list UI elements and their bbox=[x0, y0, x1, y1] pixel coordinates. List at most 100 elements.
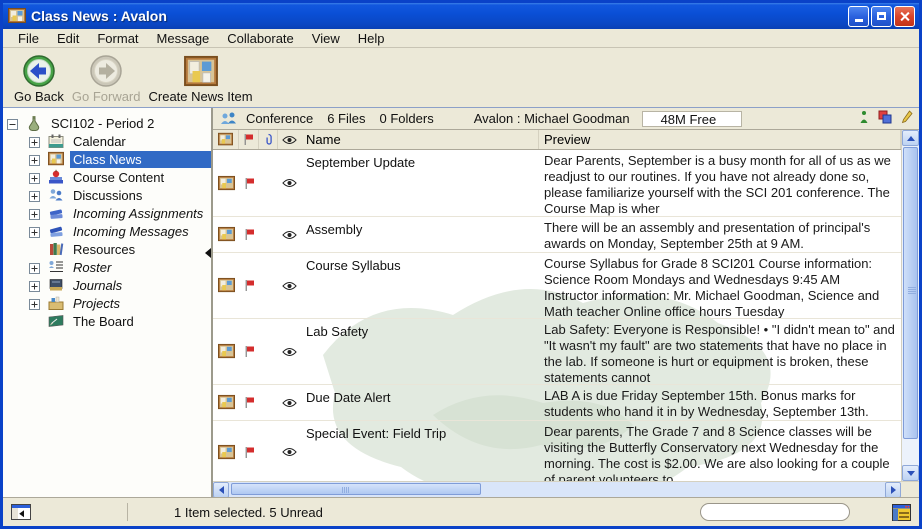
sidebar-item-label: Journals bbox=[70, 277, 211, 294]
free-space-indicator: 48M Free bbox=[642, 111, 742, 127]
expand-expander-icon[interactable] bbox=[29, 172, 40, 183]
menu-file[interactable]: File bbox=[9, 30, 48, 47]
sidebar-item-label: Discussions bbox=[70, 187, 211, 204]
scroll-down-button[interactable] bbox=[902, 465, 919, 481]
create-news-item-button[interactable]: Create News Item bbox=[146, 52, 256, 105]
app-icon bbox=[8, 7, 26, 25]
discussions-icon bbox=[48, 187, 65, 203]
sidebar-item-discussions[interactable]: Discussions bbox=[3, 186, 211, 204]
expand-expander-icon[interactable] bbox=[29, 154, 40, 165]
sidebar-item-roster[interactable]: Roster bbox=[3, 258, 211, 276]
minimize-button[interactable] bbox=[848, 6, 869, 27]
maximize-button[interactable] bbox=[871, 6, 892, 27]
minimize-icon bbox=[855, 19, 863, 22]
column-attachment[interactable] bbox=[259, 130, 278, 149]
sidebar-item-label: Incoming Assignments bbox=[70, 205, 211, 222]
flag-icon bbox=[239, 385, 259, 420]
news-item-row[interactable]: Assembly There will be an assembly and p… bbox=[213, 217, 901, 253]
horizontal-scroll-track[interactable] bbox=[229, 482, 885, 497]
expand-expander-icon[interactable] bbox=[29, 280, 40, 291]
sidebar-item-course-content[interactable]: Course Content bbox=[3, 168, 211, 186]
scroll-left-button[interactable] bbox=[213, 482, 229, 498]
scrollbar-corner bbox=[901, 482, 919, 497]
expand-expander-icon[interactable] bbox=[29, 226, 40, 237]
vertical-scrollbar[interactable] bbox=[901, 130, 919, 481]
sidebar-item-journals[interactable]: Journals bbox=[3, 276, 211, 294]
menu-format[interactable]: Format bbox=[88, 30, 147, 47]
news-item-row[interactable]: Lab Safety Lab Safety: Everyone is Respo… bbox=[213, 319, 901, 385]
expand-expander-icon[interactable] bbox=[29, 190, 40, 201]
column-item-type[interactable] bbox=[213, 130, 239, 149]
conference-owner: Avalon : Michael Goodman bbox=[474, 111, 630, 126]
menu-view[interactable]: View bbox=[303, 30, 349, 47]
toggle-panel-button[interactable] bbox=[11, 504, 31, 520]
sidebar-item-sci102[interactable]: SCI102 - Period 2 bbox=[3, 114, 211, 132]
sidebar-item-incoming-assignments[interactable]: Incoming Assignments bbox=[3, 204, 211, 222]
resources-icon bbox=[48, 241, 65, 257]
menu-edit[interactable]: Edit bbox=[48, 30, 88, 47]
attachment-cell bbox=[259, 253, 278, 318]
column-unread[interactable] bbox=[278, 130, 301, 149]
edit-pencil-icon[interactable] bbox=[901, 110, 913, 127]
sidebar-collapse-handle-icon[interactable] bbox=[205, 248, 211, 258]
news-item-preview: LAB A is due Friday September 15th. Bonu… bbox=[539, 385, 901, 420]
sidebar-item-projects[interactable]: Projects bbox=[3, 294, 211, 312]
close-button[interactable] bbox=[894, 6, 915, 27]
flask-icon bbox=[26, 115, 43, 131]
sidebar-item-label: Course Content bbox=[70, 169, 211, 186]
menu-message[interactable]: Message bbox=[148, 30, 219, 47]
menu-help[interactable]: Help bbox=[349, 30, 394, 47]
unread-eye-icon bbox=[278, 217, 301, 252]
go-forward-button[interactable]: Go Forward bbox=[69, 52, 144, 105]
horizontal-scrollbar[interactable] bbox=[213, 481, 919, 497]
main-area: SCI102 - Period 2 Calendar Class News Co… bbox=[3, 108, 919, 497]
column-name[interactable]: Name bbox=[301, 130, 539, 149]
sidebar-item-resources[interactable]: Resources bbox=[3, 240, 211, 258]
eye-icon bbox=[282, 135, 297, 145]
sidebar-item-class-news[interactable]: Class News bbox=[3, 150, 211, 168]
horizontal-scroll-thumb[interactable] bbox=[231, 483, 481, 495]
news-item-preview: Dear parents, The Grade 7 and 8 Science … bbox=[539, 421, 901, 481]
conference-panel: Conference 6 Files 0 Folders Avalon : Mi… bbox=[213, 108, 919, 497]
column-flag[interactable] bbox=[239, 130, 259, 149]
status-bar: 1 Item selected. 5 Unread bbox=[3, 497, 919, 526]
expand-expander-icon[interactable] bbox=[29, 262, 40, 273]
vertical-scroll-thumb[interactable] bbox=[903, 147, 918, 439]
attachment-cell bbox=[259, 217, 278, 252]
scroll-up-button[interactable] bbox=[902, 130, 919, 146]
roster-icon bbox=[48, 259, 65, 275]
flag-icon bbox=[239, 421, 259, 481]
news-item-icon bbox=[213, 385, 239, 420]
projects-icon bbox=[48, 295, 65, 311]
permissions-person-icon[interactable] bbox=[859, 110, 869, 127]
attachment-cell bbox=[259, 150, 278, 216]
sidebar-item-the-board[interactable]: The Board bbox=[3, 312, 211, 330]
view-layers-icon[interactable] bbox=[878, 110, 892, 127]
go-back-button[interactable]: Go Back bbox=[11, 52, 67, 105]
news-item-preview: Course Syllabus for Grade 8 SCI201 Cours… bbox=[539, 253, 901, 318]
news-item-row[interactable]: Special Event: Field Trip Dear parents, … bbox=[213, 421, 901, 481]
menu-collaborate[interactable]: Collaborate bbox=[218, 30, 303, 47]
news-item-row[interactable]: Due Date Alert LAB A is due Friday Septe… bbox=[213, 385, 901, 421]
quick-search-input[interactable] bbox=[700, 503, 850, 521]
collapse-expander-icon[interactable] bbox=[7, 118, 18, 129]
news-item-row[interactable]: Course Syllabus Course Syllabus for Grad… bbox=[213, 253, 901, 319]
sidebar-item-label: The Board bbox=[70, 313, 211, 330]
layout-view-button[interactable] bbox=[892, 504, 911, 521]
attachment-cell bbox=[259, 319, 278, 384]
course-content-icon bbox=[48, 169, 65, 185]
column-preview[interactable]: Preview bbox=[539, 130, 901, 149]
attachment-cell bbox=[259, 385, 278, 420]
conference-icon bbox=[219, 111, 239, 127]
expand-expander-icon[interactable] bbox=[29, 298, 40, 309]
menu-bar: File Edit Format Message Collaborate Vie… bbox=[3, 29, 919, 48]
go-forward-icon bbox=[89, 53, 123, 88]
sidebar-item-incoming-messages[interactable]: Incoming Messages bbox=[3, 222, 211, 240]
expand-expander-icon[interactable] bbox=[29, 136, 40, 147]
sidebar-item-calendar[interactable]: Calendar bbox=[3, 132, 211, 150]
news-item-icon bbox=[213, 253, 239, 318]
news-item-row[interactable]: September Update Dear Parents, September… bbox=[213, 150, 901, 217]
maximize-icon bbox=[877, 12, 886, 20]
expand-expander-icon[interactable] bbox=[29, 208, 40, 219]
scroll-right-button[interactable] bbox=[885, 482, 901, 498]
